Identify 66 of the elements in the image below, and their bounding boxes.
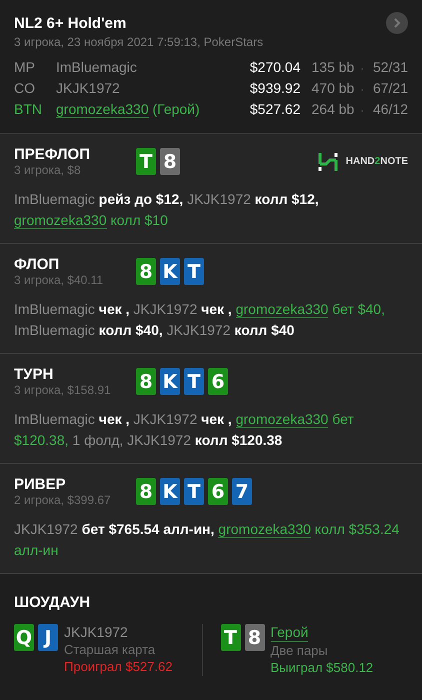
position-label: MP	[14, 59, 36, 75]
playing-card: T	[184, 258, 204, 285]
player-link[interactable]: Герой	[270, 624, 308, 642]
hand-rank: Две пары	[270, 642, 328, 659]
player-link[interactable]: gromozeka330	[236, 301, 328, 318]
stack-bb: 135 bb	[312, 59, 354, 75]
player-name: JKJK1972	[56, 80, 120, 96]
hand-result: Выиграл $580.12	[270, 659, 374, 676]
stack-amount: $939.92	[248, 80, 300, 96]
player-link[interactable]: gromozeka330	[236, 411, 328, 428]
position-label: BTN	[14, 101, 43, 117]
hand-rank: Старшая карта	[64, 641, 156, 658]
playing-card: 8	[136, 478, 156, 505]
player-stats: 67/21	[372, 80, 408, 96]
playing-card: 8	[244, 624, 264, 651]
playing-card: K	[160, 368, 180, 395]
street-title: ФЛОП	[14, 256, 60, 273]
street-info: 3 игрока, $40.11	[14, 273, 104, 287]
playing-card: T	[136, 148, 156, 175]
hand-title: NL2 6+ Hold'em	[14, 14, 126, 32]
chevron-right-icon	[392, 17, 402, 29]
stack-bb: 264 bb	[312, 101, 354, 117]
stack-amount: $527.62	[248, 101, 300, 117]
player-name: JKJK1972	[64, 624, 128, 641]
logo-icon	[318, 152, 338, 172]
playing-card: 8	[136, 258, 156, 285]
playing-card: 7	[232, 478, 252, 505]
separator-dot: ·	[360, 63, 364, 75]
playing-card: K	[160, 258, 180, 285]
playing-card: 6	[208, 368, 228, 395]
next-button[interactable]	[386, 12, 408, 34]
playing-card: Q	[14, 624, 34, 651]
separator-dot: ·	[360, 84, 364, 96]
player-stats: 46/12	[372, 101, 408, 117]
player-stats: 52/31	[372, 59, 408, 75]
player-link[interactable]: gromozeka330	[218, 521, 311, 538]
action-text: ImBluemagic чек , JKJK1972 чек , gromozeka330 бет $120.38, 1 фолд, JKJK1972 колл $120.38	[14, 410, 355, 450]
player-link[interactable]: gromozeka330	[14, 212, 107, 229]
separator-dot: ·	[360, 105, 364, 117]
hero-tag: (Герой)	[148, 101, 200, 117]
position-label: CO	[14, 80, 36, 96]
street-title: РИВЕР	[14, 476, 67, 493]
player-link[interactable]: gromozeka330	[56, 101, 149, 118]
stack-bb: 470 bb	[312, 80, 354, 96]
hand-result: Проиграл $527.62	[64, 658, 172, 675]
street-title: ТУРН	[14, 366, 54, 383]
showdown-title: ШОУДАУН	[14, 594, 92, 611]
playing-card: 6	[208, 478, 228, 505]
playing-card: J	[38, 624, 58, 651]
logo-text: HAND2NOTE	[346, 156, 408, 167]
playing-card: T	[184, 478, 204, 505]
hand-subtitle: 3 игрока, 23 ноября 2021 7:59:13, PokerStars	[14, 35, 264, 49]
street-info: 3 игрока, $158.91	[14, 383, 112, 397]
playing-card: K	[160, 478, 180, 505]
playing-card: T	[184, 368, 204, 395]
action-text: ImBluemagic чек , JKJK1972 чек , gromozeka330 бет $40, ImBluemagic колл $40, JKJK1972 колл $40	[14, 300, 386, 340]
playing-card: 8	[136, 368, 156, 395]
player-name: ImBluemagic	[56, 59, 137, 75]
stack-amount: $270.04	[248, 59, 300, 75]
playing-card: T	[220, 624, 240, 651]
street-title: ПРЕФЛОП	[14, 146, 91, 163]
street-info: 2 игрока, $399.67	[14, 493, 112, 507]
street-info: 3 игрока, $8	[14, 163, 82, 177]
action-text: ImBluemagic рейз до $12, JKJK1972 колл $12, gromozeka330 колл $10	[14, 190, 320, 231]
action-text: JKJK1972 бет $765.54 алл-ин, gromozeka330 колл $353.24 алл-ин	[14, 520, 400, 560]
playing-card: 8	[160, 148, 180, 175]
